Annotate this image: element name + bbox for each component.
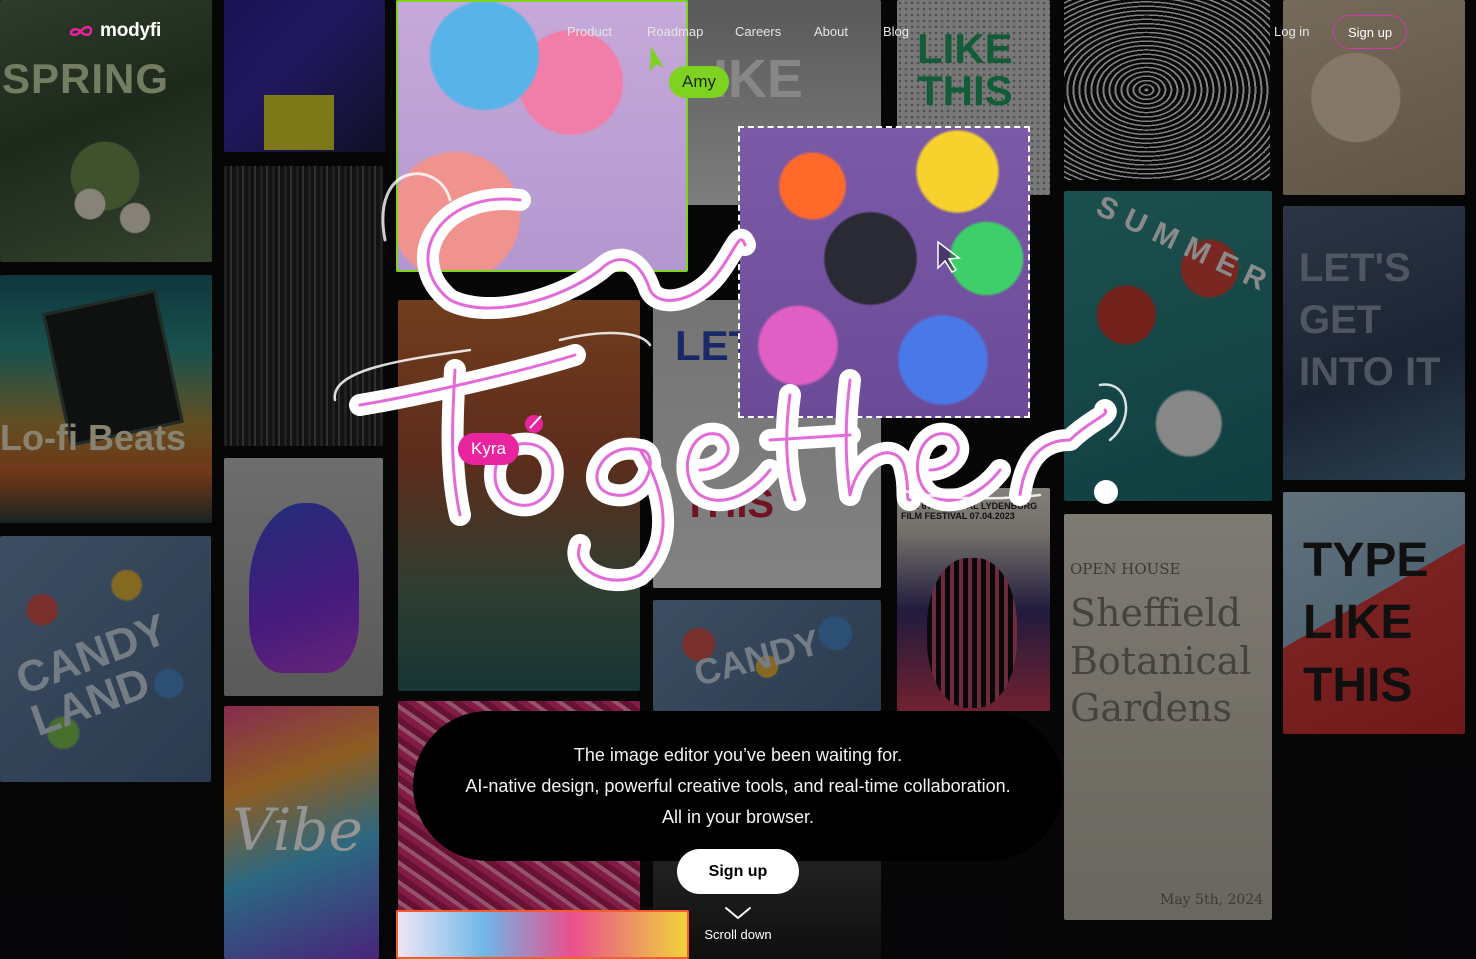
hero-description: AI-native design, powerful creative tool… (465, 776, 1011, 796)
nav-link-careers[interactable]: Careers (735, 24, 781, 39)
nav-link-roadmap[interactable]: Roadmap (647, 24, 703, 39)
lily-image (30, 120, 180, 260)
selected-artwork-amy[interactable] (396, 0, 688, 272)
tile-text-this: THIS (683, 482, 775, 526)
artwork-tile-candy: CANDY (653, 600, 881, 711)
tile-text-lets: LET'S GET INTO IT (1299, 246, 1441, 394)
tile-text-lofi: Lo-fi Beats (0, 417, 187, 458)
selection-box[interactable] (738, 126, 1030, 418)
tile-text-open-house: OPEN HOUSE (1070, 560, 1181, 578)
collaborator-tag-kyra: Kyra (458, 433, 519, 465)
hero-signup-button[interactable]: Sign up (677, 849, 799, 894)
tile-text-date: May 5th, 2024 (1160, 892, 1264, 908)
artwork-tile-portrait (224, 0, 385, 152)
logo[interactable]: modyfi (68, 20, 161, 42)
artwork-tile-lets-get-into-it: LET'S GET INTO IT (1283, 206, 1465, 480)
tile-text-spring: SPRING (2, 55, 170, 102)
hero-tagline: The image editor you’ve been waiting for… (573, 745, 903, 765)
artwork-tile-bearded-man (224, 458, 383, 696)
nav-link-about[interactable]: About (814, 24, 848, 39)
tile-text-sheffield: Sheffield Botanical Gardens (1070, 591, 1252, 730)
tile-text-candy-land: CANDY LAND (9, 605, 173, 746)
artwork-tile-fingerprint (1064, 0, 1270, 180)
tile-text-type: TYPE LIKE THIS (1303, 534, 1429, 712)
artwork-tile-lofi: Lo-fi Beats (0, 275, 212, 523)
artwork-tile-glitch (224, 166, 383, 446)
tile-text-candy: CANDY (689, 621, 825, 694)
yellow-shape (264, 95, 334, 150)
selected-artwork-bottom[interactable] (396, 910, 689, 959)
nav-link-blog[interactable]: Blog (883, 24, 909, 39)
portrait-silhouette (249, 503, 359, 673)
scroll-down-label: Scroll down (704, 927, 772, 942)
hero-subline: All in your browser. (661, 807, 815, 827)
artwork-tile-sheffield: OPEN HOUSE Sheffield Botanical Gardens M… (1064, 514, 1272, 920)
hero-panel: The image editor you’ve been waiting for… (413, 711, 1063, 861)
tile-text-film-festival: THE 6TH ANNUAL LYDENBURG FILM FESTIVAL 0… (901, 501, 1038, 521)
signup-nav-button[interactable]: Sign up (1333, 15, 1407, 49)
collaborator-tag-amy: Amy (669, 66, 729, 98)
artwork-tile-summer: SUMMER (1064, 191, 1272, 501)
artwork-tile-candy-land: CANDY LAND (0, 536, 211, 782)
artwork-tile-paint-portrait (398, 300, 640, 691)
artwork-tile-film-festival: THE 6TH ANNUAL LYDENBURG FILM FESTIVAL 0… (897, 488, 1050, 711)
logo-text: modyfi (100, 20, 162, 41)
tile-text-like-this: LIKE THIS (917, 25, 1013, 114)
artwork-tile-type-like-this: TYPE LIKE THIS (1283, 492, 1465, 734)
login-link[interactable]: Log in (1274, 24, 1309, 39)
chevron-down-icon (725, 907, 751, 919)
logo-icon (69, 25, 93, 37)
figure-eight-graphic (927, 558, 1017, 708)
nav-link-product[interactable]: Product (567, 24, 612, 39)
artwork-tile-vibe: Vibe (224, 706, 379, 959)
tile-text-vibe: Vibe (232, 796, 363, 864)
scroll-down[interactable]: Scroll down (690, 906, 786, 942)
tile-text-summer: SUMMER (1091, 191, 1272, 302)
